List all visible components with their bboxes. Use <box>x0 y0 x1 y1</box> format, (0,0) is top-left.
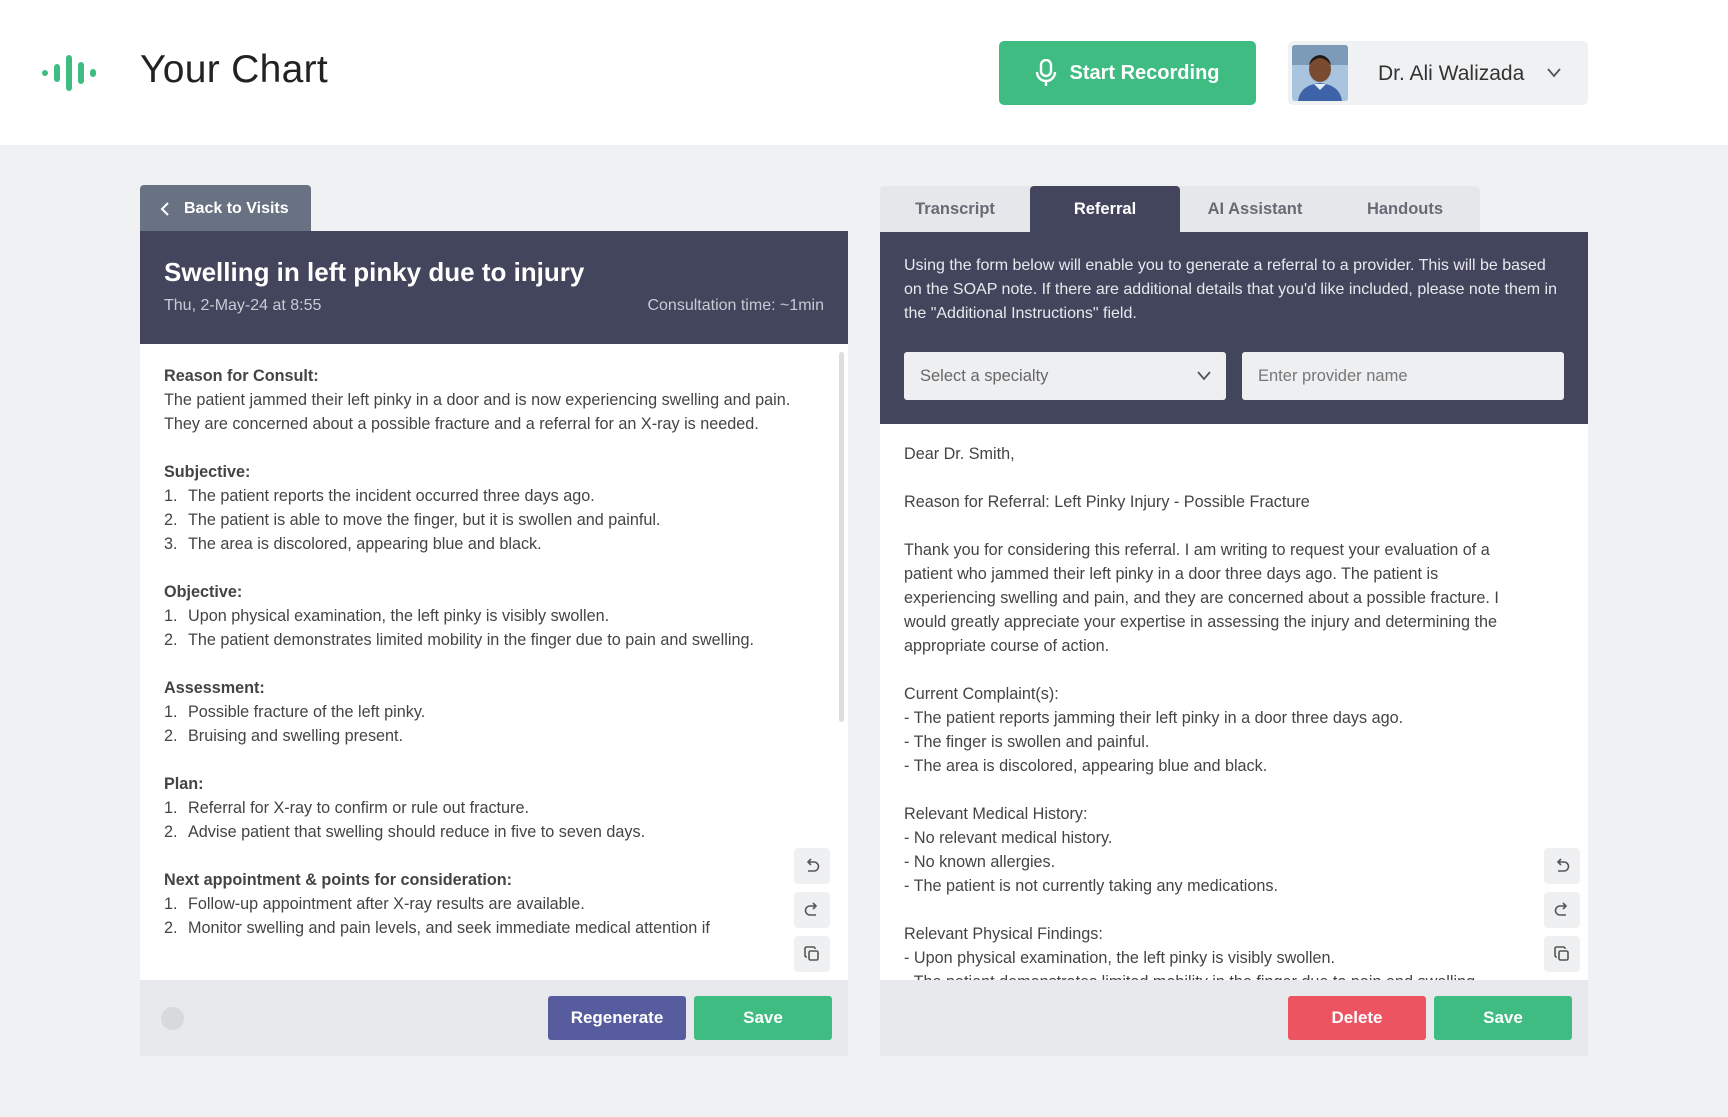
chevron-down-icon <box>1197 371 1211 381</box>
list-item: 2. Advise patient that swelling should re… <box>164 823 646 841</box>
list-item: 1. Referral for X-ray to confirm or rule … <box>164 799 529 817</box>
specialty-select-value: Select a specialty <box>920 366 1049 385</box>
section-title: Assessment: <box>164 679 265 697</box>
visit-date: Thu, 2-May-24 at 8:55 <box>164 297 322 314</box>
note-section-subjective: Subjective: 1. The patient reports the in… <box>164 460 794 556</box>
back-to-visits-label: Back to Visits <box>184 199 289 217</box>
list-item: 1. Upon physical examination, the left pi… <box>164 607 610 625</box>
delete-referral-button[interactable]: Delete <box>1288 996 1426 1040</box>
note-section-plan: Plan: 1. Referral for X-ray to confirm or… <box>164 772 794 844</box>
start-recording-button[interactable]: Start Recording <box>999 41 1256 105</box>
section-text: The patient jammed their left pinky in a… <box>164 391 791 433</box>
referral-form: Using the form below will enable you to … <box>880 232 1588 424</box>
list-item: 2. The patient is able to move the finger… <box>164 511 661 529</box>
tab-referral[interactable]: Referral <box>1030 186 1180 233</box>
section-title: Objective: <box>164 583 243 601</box>
app-header: Your Chart Start Recording Dr. Ali Waliz… <box>0 0 1728 145</box>
consultation-time: Consultation time: ~1min <box>647 297 824 314</box>
undo-button[interactable] <box>794 848 830 884</box>
soap-note: Reason for Consult: The patient jammed t… <box>164 364 794 964</box>
start-recording-label: Start Recording <box>1069 61 1220 84</box>
right-footer: Delete Save <box>880 980 1588 1056</box>
regenerate-button[interactable]: Regenerate <box>548 996 686 1040</box>
chevron-down-icon <box>1547 68 1561 78</box>
visit-title: Swelling in left pinky due to injury <box>164 257 585 287</box>
copy-icon <box>804 946 819 961</box>
copy-button[interactable] <box>794 936 830 972</box>
list-item: 2. The patient demonstrates limited mobil… <box>164 631 754 649</box>
user-menu[interactable]: Dr. Ali Walizada <box>1288 41 1588 105</box>
section-title: Plan: <box>164 775 204 793</box>
redo-icon <box>804 902 818 916</box>
save-referral-button[interactable]: Save <box>1434 996 1572 1040</box>
note-section-objective: Objective: 1. Upon physical examination, … <box>164 580 794 652</box>
visit-header: Swelling in left pinky due to injury Thu… <box>140 231 848 344</box>
copy-button[interactable] <box>1544 936 1580 972</box>
undo-icon <box>806 858 820 872</box>
redo-button[interactable] <box>794 892 830 928</box>
referral-description: Using the form below will enable you to … <box>904 257 1557 322</box>
avatar <box>1292 45 1348 101</box>
list-item: 1. The patient reports the incident occur… <box>164 487 595 505</box>
waveform-logo-icon <box>42 55 96 91</box>
copy-icon <box>1554 946 1569 961</box>
chevron-left-icon <box>160 201 169 216</box>
list-item: 2. Monitor swelling and pain levels, and … <box>164 919 710 937</box>
section-title: Next appointment & points for considerat… <box>164 871 513 889</box>
soap-note-editor[interactable]: Reason for Consult: The patient jammed t… <box>140 344 848 980</box>
undo-icon <box>1556 858 1570 872</box>
note-section-next-appointment: Next appointment & points for considerat… <box>164 868 794 940</box>
page-title: Your Chart <box>140 48 329 91</box>
note-section-reason: Reason for Consult: The patient jammed t… <box>164 364 794 436</box>
microphone-icon <box>1036 59 1057 86</box>
undo-button[interactable] <box>1544 848 1580 884</box>
tab-transcript[interactable]: Transcript <box>880 186 1030 233</box>
list-item: 2. Bruising and swelling present. <box>164 727 404 745</box>
user-name: Dr. Ali Walizada <box>1378 62 1525 85</box>
tab-ai-assistant[interactable]: AI Assistant <box>1180 186 1330 233</box>
list-item: 3. The area is discolored, appearing blue… <box>164 535 542 553</box>
list-item: 1. Follow-up appointment after X-ray resu… <box>164 895 585 913</box>
section-title: Subjective: <box>164 463 251 481</box>
referral-letter-editor[interactable]: Dear Dr. Smith, Reason for Referral: Lef… <box>880 424 1588 980</box>
list-item: 1. Possible fracture of the left pinky. <box>164 703 426 721</box>
specialty-select[interactable]: Select a specialty <box>904 352 1226 400</box>
redo-button[interactable] <box>1544 892 1580 928</box>
note-section-assessment: Assessment: 1. Possible fracture of the l… <box>164 676 794 748</box>
info-icon[interactable] <box>161 1007 184 1030</box>
tab-handouts[interactable]: Handouts <box>1330 186 1480 233</box>
referral-letter: Dear Dr. Smith, Reason for Referral: Lef… <box>904 445 1499 980</box>
provider-name-input[interactable] <box>1242 352 1564 400</box>
left-footer: Regenerate Save <box>140 980 848 1056</box>
section-title: Reason for Consult: <box>164 367 319 385</box>
scrollbar[interactable] <box>839 352 844 722</box>
back-to-visits-button[interactable]: Back to Visits <box>140 185 311 232</box>
right-tabs: Transcript Referral AI Assistant Handout… <box>880 186 1480 233</box>
redo-icon <box>1554 902 1568 916</box>
save-note-button[interactable]: Save <box>694 996 832 1040</box>
